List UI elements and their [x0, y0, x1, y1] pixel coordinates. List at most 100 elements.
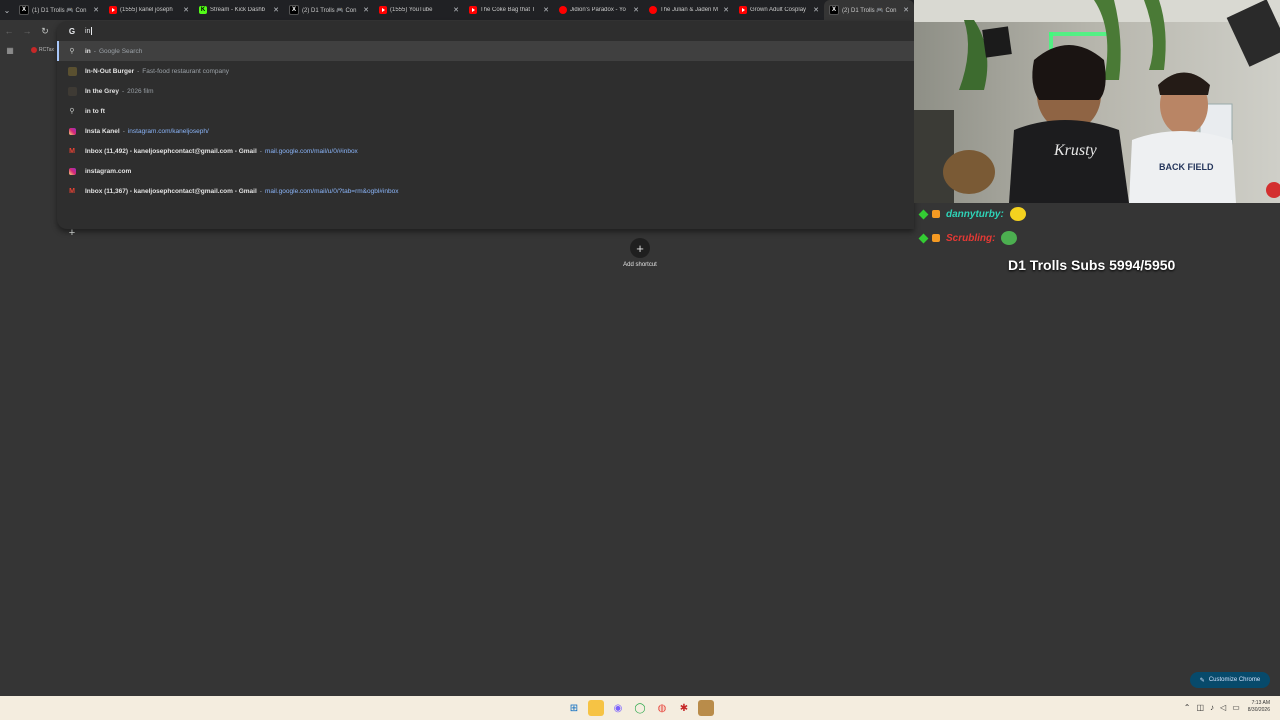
badge-diamond-icon — [918, 233, 929, 243]
emote-icon — [1009, 207, 1026, 221]
search-icon: ⚲ — [69, 108, 75, 115]
gmail-icon: M — [69, 147, 75, 155]
badge-diamond-icon — [918, 209, 929, 219]
app-icon[interactable]: ◯ — [632, 700, 648, 716]
suggestion-text: Inbox (11,367) - kaneljosephcontact@gmai… — [85, 187, 257, 195]
tab[interactable]: (1555) YouTube ✕ — [374, 0, 464, 20]
tab[interactable]: (1555) kanel joseph ✕ — [104, 0, 194, 20]
reload-button[interactable]: ↻ — [36, 26, 54, 37]
youtube-icon — [379, 6, 387, 14]
network-icon[interactable]: ◫ — [1196, 703, 1204, 712]
x-icon: X — [289, 5, 299, 15]
file-explorer-icon[interactable] — [588, 700, 604, 716]
customize-chrome-button[interactable]: ✎ Customize Chrome — [1190, 672, 1270, 688]
tab-title: Jidion's Paradox - Yo — [570, 7, 626, 13]
tab[interactable]: The Julian & Jaden M ✕ — [644, 0, 734, 20]
clock-time: 7:13 AM — [1251, 700, 1270, 706]
windows-start-icon[interactable]: ⊞ — [566, 700, 582, 716]
omnibox-suggestion[interactable]: ⚲ in - Google Search — [57, 41, 914, 61]
youtube-icon — [739, 6, 747, 14]
tab[interactable]: The Coke Bag that T ✕ — [464, 0, 554, 20]
suggestion-url: instagram.com/kaneljoseph/ — [127, 127, 209, 135]
suggestion-separator: - — [121, 87, 125, 95]
forward-arrow-icon: → — [22, 26, 32, 36]
tab-title: (2) D1 Trolls 🎮 Con — [302, 7, 357, 14]
chevron-up-icon[interactable]: ⌃ — [1184, 703, 1191, 712]
tab[interactable]: X (1) D1 Trolls 🎮 Con ✕ — [14, 0, 104, 20]
chat-username: dannyturby: — [946, 208, 1004, 220]
omnibox-suggestion[interactable]: In the Grey -2026 film — [57, 81, 914, 101]
forward-button[interactable]: → — [18, 26, 36, 36]
app-icon[interactable]: ✱ — [676, 700, 692, 716]
tab-title: Grown Adult Cosplay — [750, 7, 807, 13]
suggestion-url: mail.google.com/mail/u/0/#inbox — [264, 147, 358, 155]
youtube-icon — [109, 6, 117, 14]
chat-message: dannyturby: — [918, 205, 1026, 223]
close-icon[interactable]: ✕ — [272, 6, 280, 14]
suggestion-text: Insta Kanel — [85, 127, 120, 135]
omnibox-suggestion[interactable]: Insta Kanel - instagram.com/kaneljoseph/ — [57, 121, 914, 141]
suggestion-text: in to ft — [85, 107, 105, 115]
close-icon[interactable]: ✕ — [182, 6, 190, 14]
close-icon[interactable]: ✕ — [632, 6, 640, 14]
youtube-channel-icon — [559, 6, 567, 14]
taskbar: ⊞ ◉ ◯ ◍ ✱ ⌃ ◫ ♪ ◁ ▭ 7:13 AM 8/30/2026 — [0, 696, 1280, 720]
app-icon[interactable]: ◉ — [610, 700, 626, 716]
omnibox-suggestion[interactable]: ⚲ in to ft — [57, 101, 914, 121]
back-arrow-icon: ← — [4, 26, 14, 36]
tab-title: Stream - Kick Dashb — [210, 7, 266, 13]
omnibox-suggestion[interactable]: M Inbox (11,492) - kaneljosephcontact@gma… — [57, 141, 914, 161]
suggestion-separator: - — [259, 187, 262, 195]
suggestion-text: Inbox (11,492) - kaneljosephcontact@gmai… — [85, 147, 257, 155]
webcam-image: Krusty BACK FIELD — [914, 0, 1280, 203]
close-icon[interactable]: ✕ — [812, 6, 820, 14]
tab-title: (1555) kanel joseph — [120, 7, 173, 13]
close-icon[interactable]: ✕ — [92, 6, 100, 14]
bookmark-item[interactable]: RCTax — [31, 47, 54, 53]
close-icon[interactable]: ✕ — [452, 6, 460, 14]
close-icon[interactable]: ✕ — [722, 6, 730, 14]
omnibox-plus-icon[interactable]: + — [67, 223, 77, 243]
close-icon[interactable]: ✕ — [542, 6, 550, 14]
volume-icon[interactable]: ◁ — [1220, 703, 1226, 712]
youtube-icon — [469, 6, 477, 14]
suggestion-text: In the Grey — [85, 87, 119, 95]
chrome-icon[interactable]: ◍ — [654, 700, 670, 716]
kick-icon: K — [199, 6, 207, 14]
app-icon[interactable] — [698, 700, 714, 716]
close-icon[interactable]: ✕ — [362, 6, 370, 14]
microphone-icon[interactable]: ♪ — [1210, 703, 1214, 712]
customize-chrome-label: Customize Chrome — [1208, 677, 1261, 683]
tab[interactable]: Grown Adult Cosplay ✕ — [734, 0, 824, 20]
tab[interactable]: Jidion's Paradox - Yo ✕ — [554, 0, 644, 20]
close-icon[interactable]: ✕ — [902, 6, 910, 14]
tab[interactable]: X (2) D1 Trolls 🎮 Con ✕ — [284, 0, 374, 20]
omnibox-dropdown: G in ⚲ in - Google Search In-N-Out Burger - Fa… — [57, 21, 914, 239]
address-input-text: in — [85, 27, 91, 35]
add-shortcut-label: Add shortcut — [623, 262, 657, 268]
entity-image-icon — [67, 66, 77, 76]
gmail-icon: M — [69, 187, 75, 195]
omnibox-suggestion[interactable]: M Inbox (11,367) - kaneljosephcontact@gma… — [57, 181, 914, 201]
omnibox-suggestion[interactable]: instagram.com — [57, 161, 914, 181]
entity-image-icon — [67, 86, 77, 96]
suggestion-url: mail.google.com/mail/u/0/?tab=rm&ogbl#in… — [264, 187, 399, 195]
chat-message: Scrubling: — [918, 229, 1018, 247]
tab-search-button[interactable]: ⌄ — [2, 2, 12, 18]
address-bar[interactable]: G in — [57, 21, 914, 41]
apps-grid-icon[interactable]: ▦ — [3, 46, 17, 55]
battery-icon[interactable]: ▭ — [1232, 703, 1240, 712]
tab[interactable]: K Stream - Kick Dashb ✕ — [194, 0, 284, 20]
back-button[interactable]: ← — [0, 26, 18, 36]
add-shortcut-tile[interactable]: + Add shortcut — [610, 238, 670, 268]
clock[interactable]: 7:13 AM 8/30/2026 — [1248, 700, 1270, 714]
suggestion-description: 2026 film — [127, 87, 154, 95]
tab-title: The Julian & Jaden M — [660, 7, 719, 13]
tab-strip: ⌄ X (1) D1 Trolls 🎮 Con ✕ (1555) kanel jose… — [0, 0, 914, 20]
x-icon: X — [829, 5, 839, 15]
suggestion-separator: - — [259, 147, 262, 155]
suggestion-description: Fast-food restaurant company — [142, 67, 229, 75]
omnibox-suggestion[interactable]: In-N-Out Burger - Fast-food restaurant com… — [57, 61, 914, 81]
tab[interactable]: X (2) D1 Trolls 🎮 Con ✕ — [824, 0, 914, 20]
address-input[interactable]: in — [85, 27, 93, 35]
